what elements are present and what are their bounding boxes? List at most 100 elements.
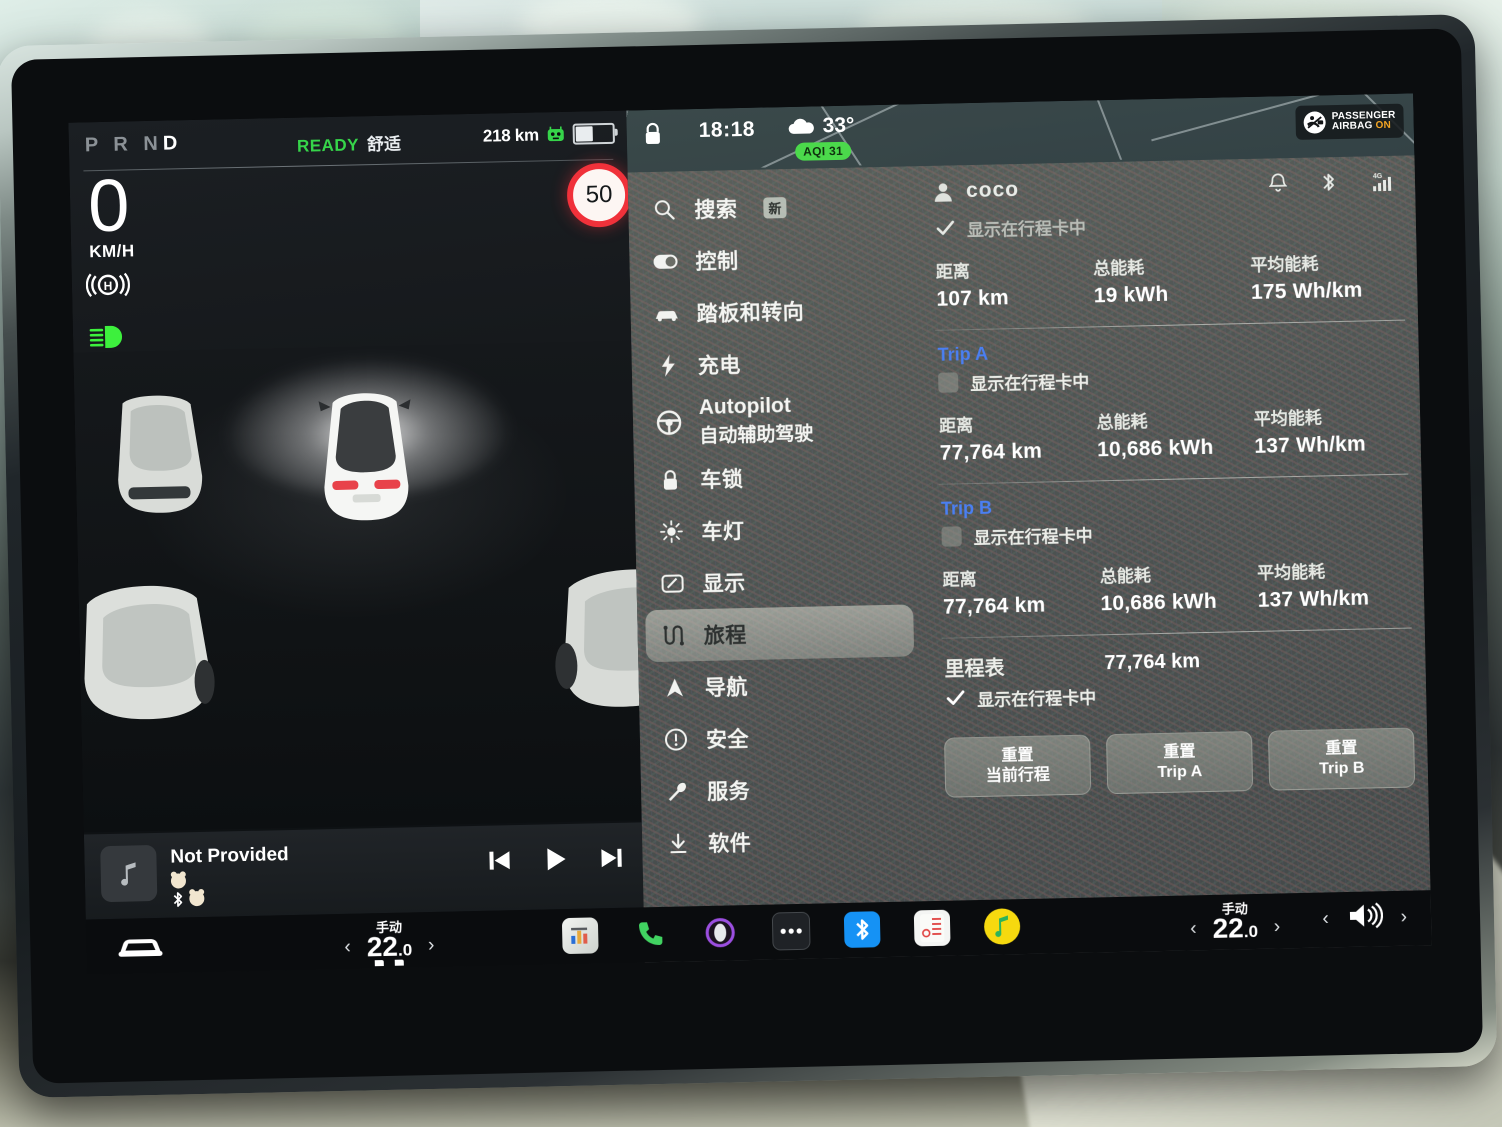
speed-unit: KM/H <box>88 241 135 262</box>
instrument-status-bar: P R ND READY 舒适 218 km <box>68 111 627 171</box>
driving-panel: P R ND READY 舒适 218 km 0 KM/H 50 H Not P… <box>68 110 693 975</box>
sidebar-item-controls[interactable]: 控制 <box>637 230 906 288</box>
sidebar-item-trips[interactable]: 旅程 <box>645 604 915 663</box>
tesla-touchscreen: P R ND READY 舒适 218 km 0 KM/H 50 H Not P… <box>68 93 1432 975</box>
media-source-row <box>170 872 205 908</box>
reset-trip-b-button[interactable]: 重置 Trip B <box>1267 727 1416 791</box>
ego-vehicle <box>318 393 411 521</box>
section-divider <box>941 627 1412 639</box>
volume-control[interactable]: ‹ › <box>1322 901 1407 936</box>
climate-increase-arrow[interactable]: › <box>428 935 435 957</box>
car-icon[interactable] <box>116 930 165 966</box>
sidebar-item-charging[interactable]: 充电 <box>639 334 908 392</box>
bolt-icon <box>654 353 683 378</box>
stat-value: 107 km <box>936 286 1010 311</box>
checkbox-unchecked-icon <box>941 526 962 547</box>
driving-visualization <box>73 340 693 833</box>
volume-decrease-arrow[interactable]: ‹ <box>1322 908 1329 930</box>
speedometer: 0 KM/H <box>87 163 135 262</box>
climate-decrease-arrow[interactable]: ‹ <box>344 937 351 959</box>
battery-icon <box>572 122 615 145</box>
driver-climate-control[interactable]: 手动 ‹ 22.0 › <box>344 916 435 973</box>
ready-status: READY 舒适 <box>297 129 402 156</box>
checkbox-label: 显示在行程卡中 <box>970 371 1090 394</box>
qq-music-icon[interactable] <box>983 908 1021 945</box>
seat-heater-icon <box>394 959 404 972</box>
climate-decrease-arrow[interactable]: ‹ <box>1190 918 1197 940</box>
settings-overlay: 搜索 新 控制 踏板和转向 充电 Autopilot 自动辅助驾驶 车锁 车灯 … <box>627 155 1432 963</box>
climate-increase-arrow[interactable]: › <box>1274 916 1281 938</box>
play-button[interactable] <box>542 846 569 873</box>
clock[interactable]: 18:18 <box>698 118 755 143</box>
stat-label: 距离 <box>942 569 977 590</box>
bluetooth-icon[interactable] <box>843 911 881 948</box>
bluetooth-icon[interactable] <box>1321 171 1337 198</box>
speed-limit-sign: 50 <box>566 162 632 228</box>
new-badge: 新 <box>763 196 787 219</box>
stat-label: 距离 <box>935 262 971 282</box>
ready-label: READY <box>296 135 360 156</box>
parking-brake-icon: H <box>85 272 131 297</box>
checkbox-label: 显示在行程卡中 <box>976 687 1097 710</box>
volume-icon[interactable] <box>1346 901 1383 935</box>
sidebar-item-software[interactable]: 软件 <box>650 812 919 870</box>
sidebar-item-safety[interactable]: 安全 <box>647 708 916 766</box>
weather-display[interactable]: 33° <box>786 114 855 139</box>
gear-active: D <box>162 132 183 155</box>
sidebar-item-service[interactable]: 服务 <box>649 760 918 818</box>
stat-value: 137 Wh/km <box>1254 432 1367 458</box>
previous-track-button[interactable] <box>486 847 513 874</box>
media-player-bar[interactable]: Not Provided <box>83 822 644 920</box>
download-icon <box>664 832 692 855</box>
lock-icon <box>656 468 684 492</box>
sidebar-item-label: 车锁 <box>700 468 744 492</box>
sidebar-item-label: 搜索 <box>694 198 738 223</box>
alert-icon <box>662 727 691 752</box>
stat-cell: 平均能耗 137 Wh/km <box>1257 555 1415 612</box>
media-source-line2 <box>171 890 205 908</box>
bluetooth-icon <box>173 891 183 907</box>
media-player-icon[interactable] <box>561 917 599 955</box>
checkbox-label: 显示在行程卡中 <box>973 525 1093 548</box>
camera-icon[interactable] <box>702 914 739 951</box>
sidebar-item-pedals-steering[interactable]: 踏板和转向 <box>638 282 907 340</box>
sidebar-item-display[interactable]: 显示 <box>644 552 913 610</box>
avatar <box>932 180 954 202</box>
cloud-icon <box>788 118 814 134</box>
checkbox-label: 显示在行程卡中 <box>966 218 1087 240</box>
volume-increase-arrow[interactable]: › <box>1400 906 1407 928</box>
phone-icon[interactable] <box>632 916 669 953</box>
sidebar-item-locks[interactable]: 车锁 <box>642 448 911 506</box>
passenger-climate-control[interactable]: 手动 ‹ 22.0 › <box>1190 897 1281 945</box>
lock-icon[interactable] <box>643 122 664 151</box>
sidebar-item-navigation[interactable]: 导航 <box>646 656 915 714</box>
reset-trip-a-button[interactable]: 重置 Trip A <box>1105 731 1254 795</box>
climate-temperature: 22.0 <box>1212 912 1259 944</box>
seat-heater-icons[interactable] <box>372 959 407 973</box>
range-indicator[interactable]: 218 km <box>483 122 615 147</box>
bell-icon[interactable] <box>1268 173 1288 198</box>
signal-4g-icon[interactable]: 4G <box>1370 170 1401 198</box>
stat-value: 19 kWh <box>1093 282 1169 308</box>
next-track-button[interactable] <box>598 845 625 872</box>
gear-inactive: P R N <box>84 132 164 157</box>
media-title: Not Provided <box>170 844 289 868</box>
airbag-text: PASSENGER AIRBAG ON <box>1332 109 1396 132</box>
button-line2: 当前行程 <box>985 766 1051 785</box>
reset-current-trip-button[interactable]: 重置 当前行程 <box>944 734 1092 798</box>
sidebar-item-label: Autopilot <box>698 394 792 420</box>
drive-mode-label: 舒适 <box>366 134 402 155</box>
stat-label: 总能耗 <box>1099 566 1152 587</box>
stat-label: 总能耗 <box>1092 258 1145 279</box>
more-dots-icon[interactable] <box>771 911 811 951</box>
stat-value: 137 Wh/km <box>1257 586 1370 612</box>
sidebar-item-autopilot[interactable]: Autopilot 自动辅助驾驶 <box>640 386 909 454</box>
stat-cell: 总能耗 10,686 kWh <box>1096 405 1254 462</box>
low-beam-headlight-icon <box>89 325 123 348</box>
touchscreen-bezel: P R ND READY 舒适 218 km 0 KM/H 50 H Not P… <box>0 14 1498 1098</box>
stat-label: 距离 <box>939 416 974 436</box>
sidebar-item-lights[interactable]: 车灯 <box>643 500 912 558</box>
sidebar-item-search[interactable]: 搜索 新 <box>636 178 905 236</box>
calendar-icon[interactable] <box>913 909 951 947</box>
nearby-vehicle <box>84 585 215 720</box>
